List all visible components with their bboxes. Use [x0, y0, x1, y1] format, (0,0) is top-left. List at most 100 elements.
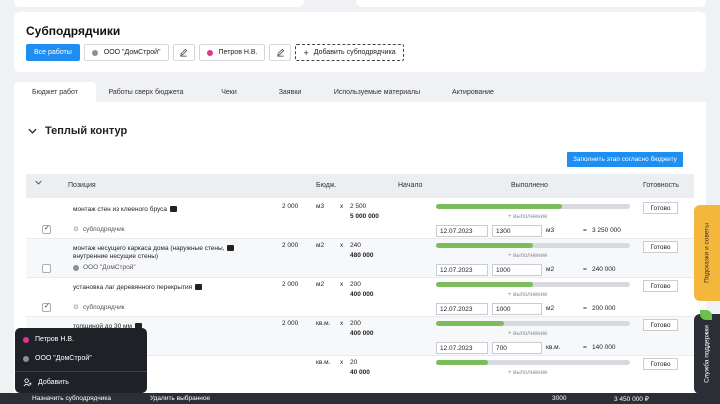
- stage-header[interactable]: Теплый контур: [28, 125, 127, 137]
- budget-total: 5 000 000: [350, 213, 379, 220]
- pencil-icon: [180, 48, 188, 57]
- subcontractors-card: Субподрядчики Все работы ООО "ДомСтрой" …: [14, 12, 706, 72]
- tab-budget[interactable]: Бюджет работ: [14, 82, 96, 102]
- multiply-sign: x: [340, 281, 344, 288]
- header-start: Начало: [398, 182, 423, 189]
- support-side-tab[interactable]: Служба поддержки: [694, 314, 720, 394]
- assign-subcontractor-action[interactable]: Назначить субподрядчика: [32, 395, 111, 402]
- assignee[interactable]: ООО "ДомСтрой": [73, 264, 136, 271]
- progress-fill: [436, 282, 533, 287]
- tips-label: Подсказки и советы: [703, 223, 711, 283]
- popup-divider: [15, 371, 147, 372]
- done-sum: 240 000: [592, 266, 616, 273]
- multiply-sign: x: [340, 242, 344, 249]
- ready-button[interactable]: Готово: [643, 280, 678, 292]
- done-qty-input[interactable]: 1300: [492, 225, 542, 237]
- progress-fill: [436, 360, 488, 365]
- add-progress-link[interactable]: + выполнение: [508, 214, 547, 220]
- color-dot-icon: [23, 336, 29, 343]
- leaf-icon: [700, 310, 712, 320]
- progress-bar: [436, 321, 630, 326]
- done-unit: кв.м.: [546, 344, 561, 351]
- ready-button[interactable]: Готово: [643, 241, 678, 253]
- fill-stage-button[interactable]: Заполнить этап согласно бюджету: [567, 152, 683, 167]
- assignee[interactable]: ⚙ субподрядчик: [73, 303, 125, 312]
- subcontractor-chip-domstroy[interactable]: ООО "ДомСтрой": [83, 44, 169, 61]
- row-checkbox[interactable]: [42, 224, 51, 234]
- subcontractors-title: Субподрядчики: [26, 24, 121, 38]
- row-checkbox[interactable]: [42, 302, 51, 312]
- assignee-label: ООО "ДомСтрой": [83, 264, 136, 271]
- stage-title: Теплый контур: [45, 125, 128, 137]
- edit-petrov-button[interactable]: [269, 44, 292, 61]
- budget-qty: 20: [350, 359, 358, 366]
- done-date-input[interactable]: 12.07.2023: [436, 342, 488, 354]
- table-row: монтаж несущего каркаса дома (наружные с…: [26, 239, 694, 278]
- ready-button[interactable]: Готово: [643, 319, 678, 331]
- done-qty-input[interactable]: 1000: [492, 264, 542, 276]
- top-card-right: [356, 0, 706, 7]
- progress-bar: [436, 282, 630, 287]
- popup-add-button[interactable]: Добавить: [23, 378, 69, 387]
- position-name-text: монтаж стен из клееного бруса: [73, 206, 168, 213]
- tab-receipts[interactable]: Чеки: [196, 82, 262, 102]
- add-progress-link[interactable]: + выполнение: [508, 253, 547, 259]
- tab-materials[interactable]: Используемые материалы: [318, 82, 436, 102]
- done-unit: м3: [546, 227, 555, 234]
- add-progress-link[interactable]: + выполнение: [508, 292, 547, 298]
- delete-selected-action[interactable]: Удалить выбранное: [150, 395, 210, 402]
- budget-unit: кв.м.: [316, 359, 331, 366]
- done-qty-input[interactable]: 1000: [492, 303, 542, 315]
- tips-side-tab[interactable]: Подсказки и советы: [694, 205, 720, 301]
- add-progress-link[interactable]: + выполнение: [508, 370, 547, 376]
- tab-requests[interactable]: Заявки: [262, 82, 318, 102]
- ready-button[interactable]: Готово: [643, 358, 678, 370]
- budget-qty: 200: [350, 320, 361, 327]
- budget-total: 480 000: [350, 252, 374, 259]
- popup-add-label: Добавить: [38, 379, 69, 386]
- subcontractor-chip-petrov[interactable]: Петров Н.В.: [198, 44, 266, 61]
- add-subcontractor-label: Добавить субподрядчика: [313, 49, 396, 56]
- progress-bar: [436, 360, 630, 365]
- subcontractor-chips: Все работы ООО "ДомСтрой" Петров Н.В. + …: [26, 44, 404, 61]
- chevron-down-icon[interactable]: [35, 180, 42, 187]
- assignee-label: субподрядчик: [82, 303, 125, 311]
- assignee[interactable]: ⚙ субподрядчик: [73, 225, 125, 234]
- bottom-sum: 3 450 000 ₽: [614, 396, 649, 403]
- budget-total: 400 000: [350, 291, 374, 298]
- subcontractor-name: Петров Н.В.: [218, 49, 258, 56]
- popup-item-domstroy[interactable]: ООО "ДомСтрой": [23, 355, 92, 362]
- popup-item-label: Петров Н.В.: [35, 336, 74, 343]
- chevron-down-icon: [28, 128, 37, 134]
- position-name: монтаж несущего каркаса дома (наружные с…: [73, 245, 235, 252]
- ready-button[interactable]: Готово: [643, 202, 678, 214]
- pencil-icon: [277, 48, 285, 57]
- done-date-input[interactable]: 12.07.2023: [436, 303, 488, 315]
- tab-acts[interactable]: Актирование: [436, 82, 510, 102]
- comment-icon: [195, 284, 203, 291]
- popup-item-petrov[interactable]: Петров Н.В.: [23, 336, 74, 343]
- row-checkbox[interactable]: [42, 264, 51, 273]
- header-done: Выполнено: [511, 182, 548, 189]
- position-name: установка лаг деревянного перекрытия: [73, 284, 203, 291]
- add-user-icon: [23, 378, 32, 387]
- gear-icon: ⚙: [73, 304, 79, 311]
- budget-qty: 200: [350, 281, 361, 288]
- done-date-input[interactable]: 12.07.2023: [436, 225, 488, 237]
- budget-price: 2 000: [282, 203, 299, 210]
- budget-price: 2 000: [282, 281, 299, 288]
- equals-sign: =: [583, 227, 587, 234]
- done-date-input[interactable]: 12.07.2023: [436, 264, 488, 276]
- position-name-text: монтаж несущего каркаса дома (наружные с…: [73, 245, 225, 252]
- edit-domstroy-button[interactable]: [172, 44, 195, 61]
- budget-qty: 240: [350, 242, 361, 249]
- equals-sign: =: [583, 266, 587, 273]
- add-progress-link[interactable]: + выполнение: [508, 331, 547, 337]
- assign-popup: Петров Н.В. ООО "ДомСтрой" Добавить: [15, 328, 147, 393]
- done-qty-input[interactable]: 700: [492, 342, 542, 354]
- color-dot-icon: [73, 264, 79, 271]
- done-sum: 140 000: [592, 344, 616, 351]
- tab-extra-works[interactable]: Работы сверх бюджета: [96, 82, 196, 102]
- add-subcontractor-button[interactable]: + Добавить субподрядчика: [295, 44, 404, 61]
- all-works-button[interactable]: Все работы: [26, 44, 80, 61]
